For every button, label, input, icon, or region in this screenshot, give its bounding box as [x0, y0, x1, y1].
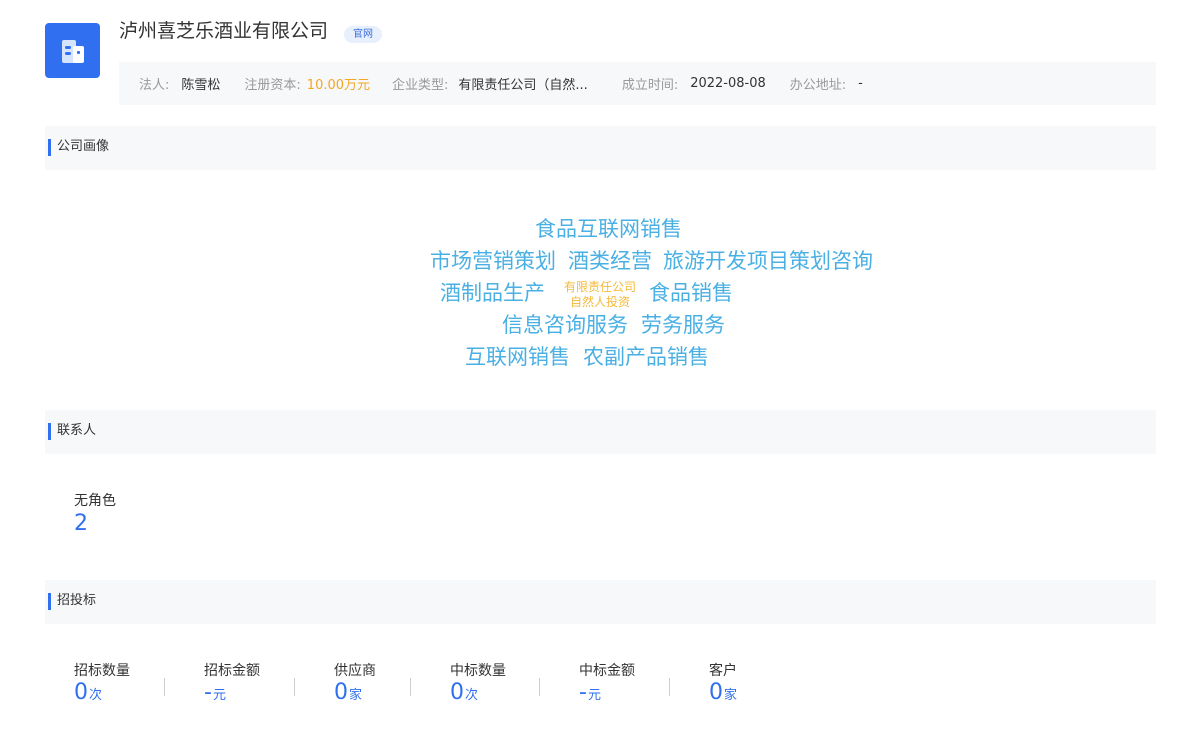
portrait-section-header: 公司画像: [45, 126, 1156, 170]
no-role-label: 无角色: [74, 493, 116, 509]
section-accent-bar: [48, 139, 51, 156]
company-info-bar: 法人: 陈雪松 注册资本: 10.00万元 企业类型: 有限责任公司（自然...…: [119, 62, 1156, 105]
bid-count-label: 招标数量: [74, 663, 130, 679]
customer-label: 客户: [709, 663, 737, 679]
founded-label: 成立时间:: [621, 78, 679, 93]
company-logo: [45, 23, 100, 78]
no-role-count[interactable]: 2: [74, 511, 88, 537]
bid-count-unit: 次: [89, 688, 103, 703]
win-amount-number: -: [579, 680, 587, 705]
company-type-value: 有限责任公司（自然...: [458, 78, 588, 93]
customer-number: 0: [709, 680, 723, 705]
win-count-unit: 次: [465, 688, 479, 703]
cloud-word: 市场营销策划: [430, 249, 556, 273]
customer-value[interactable]: 0家: [709, 680, 737, 709]
company-profile-page: 泸州喜芝乐酒业有限公司 官网 法人: 陈雪松 注册资本: 10.00万元 企业类…: [0, 0, 1200, 752]
cloud-word: 酒类经营: [568, 249, 652, 273]
bidding-section-title: 招投标: [57, 593, 97, 608]
bid-amount-unit: 元: [212, 688, 226, 703]
section-accent-bar: [48, 423, 51, 440]
founded-value: 2022-08-08: [690, 76, 766, 91]
cloud-word: 食品互联网销售: [535, 217, 682, 241]
bid-count-value[interactable]: 0次: [74, 680, 102, 709]
supplier-label: 供应商: [334, 663, 376, 679]
address-label: 办公地址:: [789, 78, 847, 93]
founded-item: 成立时间: 2022-08-08: [622, 74, 766, 93]
cloud-word: 酒制品生产: [440, 281, 545, 305]
stat-divider: [164, 678, 165, 696]
bid-amount-number: -: [204, 680, 212, 705]
company-type-item: 企业类型: 有限责任公司（自然...: [392, 74, 588, 93]
bidding-section-header: 招投标: [45, 580, 1156, 624]
stat-divider: [539, 678, 540, 696]
cloud-word: 食品销售: [649, 281, 733, 305]
contacts-section-title: 联系人: [57, 423, 97, 438]
cloud-small-tag: 有限责任公司 自然人投资: [556, 280, 644, 310]
win-count-number: 0: [450, 680, 464, 705]
cloud-word: 农副产品销售: [583, 345, 709, 369]
bid-count-number: 0: [74, 680, 88, 705]
win-amount-value[interactable]: -元: [579, 680, 601, 709]
cloud-small-tag-line1: 有限责任公司: [563, 280, 636, 294]
win-count-value[interactable]: 0次: [450, 680, 478, 709]
capital-label: 注册资本:: [244, 78, 301, 93]
contacts-section-header: 联系人: [45, 410, 1156, 454]
customer-unit: 家: [724, 688, 738, 703]
supplier-value[interactable]: 0家: [334, 680, 362, 709]
company-type-label: 企业类型:: [392, 78, 449, 93]
cloud-word: 互联网销售: [465, 345, 570, 369]
cloud-word: 劳务服务: [641, 313, 725, 337]
legal-rep-label: 法人:: [139, 78, 170, 93]
legal-rep-item: 法人: 陈雪松: [139, 74, 220, 93]
cloud-word: 旅游开发项目策划咨询: [663, 249, 873, 273]
win-count-label: 中标数量: [450, 663, 506, 679]
section-accent-bar: [48, 593, 51, 610]
building-icon: [61, 39, 84, 63]
portrait-section-title: 公司画像: [57, 139, 110, 154]
win-amount-unit: 元: [587, 688, 601, 703]
address-item: 办公地址: -: [790, 74, 863, 93]
legal-rep-value[interactable]: 陈雪松: [181, 74, 220, 93]
stat-divider: [294, 678, 295, 696]
cloud-small-tag-line2: 自然人投资: [569, 295, 630, 309]
bid-amount-label: 招标金额: [204, 663, 260, 679]
cloud-word: 信息咨询服务: [502, 313, 628, 337]
company-name: 泸州喜芝乐酒业有限公司: [119, 20, 329, 42]
win-amount-label: 中标金额: [579, 663, 635, 679]
supplier-number: 0: [334, 680, 348, 705]
official-website-link[interactable]: 官网: [344, 26, 382, 43]
address-value: -: [858, 76, 863, 91]
capital-value: 10.00万元: [306, 78, 371, 93]
stat-divider: [669, 678, 670, 696]
bid-amount-value[interactable]: -元: [204, 680, 226, 709]
capital-item: 注册资本: 10.00万元: [244, 74, 370, 93]
supplier-unit: 家: [349, 688, 363, 703]
stat-divider: [410, 678, 411, 696]
